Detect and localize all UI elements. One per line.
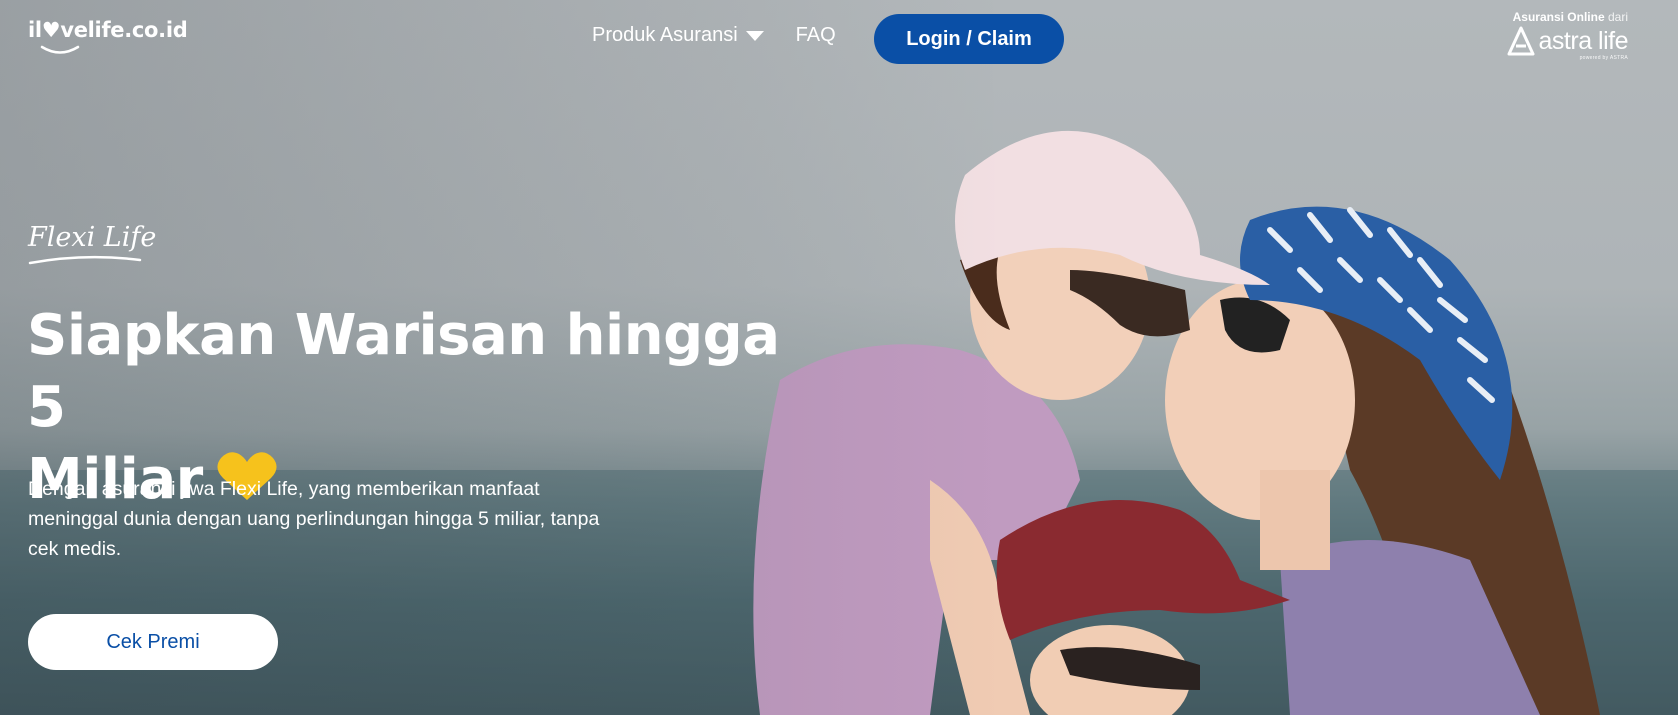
headline-line-1: Siapkan Warisan hingga 5 (27, 303, 780, 440)
login-claim-button[interactable]: Login / Claim (874, 14, 1064, 64)
nav-item-label: FAQ (795, 24, 836, 46)
logo-smile-icon (40, 45, 80, 54)
nav-item-produk-asuransi[interactable]: Produk Asuransi (592, 24, 764, 47)
partner-name: astra life (1538, 26, 1629, 55)
product-underline (28, 255, 142, 265)
hero-description: Dengan asuransi jiwa Flexi Life, yang me… (28, 478, 600, 560)
brand-logo[interactable]: il♥velife.co.id (28, 18, 188, 42)
nav-item-label: Produk Asuransi (592, 24, 738, 46)
astra-triangle-icon (1507, 26, 1535, 56)
partner-name-row: astra life (1507, 26, 1629, 56)
partner-logo: Asuransi Online dari astra life powered … (1507, 10, 1629, 61)
cek-premi-button[interactable]: Cek Premi (28, 614, 278, 670)
nav-item-faq[interactable]: FAQ (796, 24, 836, 47)
partner-sub: powered by ASTRA (1579, 55, 1628, 61)
partner-tagline: Asuransi Online dari (1507, 10, 1628, 24)
partner-tagline-suffix: dari (1607, 10, 1628, 24)
chevron-down-icon (745, 30, 764, 41)
product-name: Flexi Life (28, 222, 157, 253)
partner-tagline-main: Asuransi Online (1512, 10, 1605, 24)
main-nav: Produk Asuransi FAQ (592, 24, 836, 47)
